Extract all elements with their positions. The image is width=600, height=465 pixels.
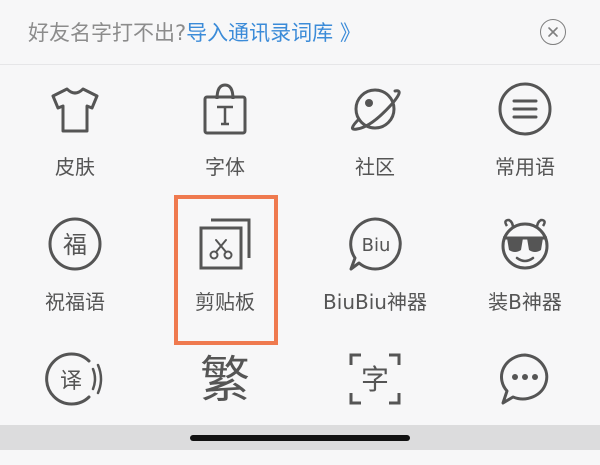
tool-label: 装B神器 [488, 290, 562, 314]
tool-font[interactable]: 字体 [150, 65, 300, 195]
home-indicator[interactable] [190, 435, 410, 441]
tool-label: 社区 [355, 155, 395, 179]
close-icon [547, 26, 558, 37]
tool-label: BiuBiu神器 [323, 290, 427, 314]
tool-label: 常用语 [495, 155, 555, 179]
tool-label: 字体 [205, 155, 245, 179]
tool-skin[interactable]: 皮肤 [0, 65, 150, 195]
svg-text:字: 字 [361, 363, 389, 396]
tool-clipboard[interactable]: 剪贴板 [150, 200, 300, 330]
chat-bubble-icon [500, 353, 549, 405]
planet-icon [351, 88, 401, 131]
tool-label: 祝福语 [45, 290, 105, 314]
tool-common-phrases[interactable]: 常用语 [450, 65, 600, 195]
tool-community[interactable]: 社区 [300, 65, 450, 195]
fu-blessing-icon: 福 [48, 217, 102, 271]
traditional-chinese-icon: 繁 [200, 351, 250, 409]
svg-text:繁: 繁 [200, 351, 250, 409]
translate-icon: 译 [45, 352, 103, 406]
banner-text: 好友名字打不出?导入通讯录词库 》 [28, 18, 361, 48]
svg-text:译: 译 [60, 369, 82, 394]
tool-biubiu[interactable]: Biu BiuBiu神器 [300, 200, 450, 330]
character-scan-icon: 字 [349, 353, 401, 405]
svg-text:Biu: Biu [362, 235, 391, 256]
font-bag-icon [203, 83, 247, 135]
clipboard-scissors-icon [199, 218, 251, 270]
tool-show-off[interactable]: 装B神器 [450, 200, 600, 330]
tool-blessings[interactable]: 福 祝福语 [0, 200, 150, 330]
tools-grid: 皮肤 字体 社区 常用语 福 祝福语 剪贴板 Biu BiuBiu神器 装B神器… [0, 65, 600, 425]
banner-prompt: 好友名字打不出? [28, 21, 187, 45]
tool-label: 剪贴板 [195, 290, 255, 314]
import-contacts-link[interactable]: 导入通讯录词库 》 [186, 21, 361, 45]
import-contacts-banner: 好友名字打不出?导入通讯录词库 》 [0, 0, 600, 64]
close-banner-button[interactable] [540, 19, 566, 45]
biu-bubble-icon: Biu [349, 217, 402, 271]
svg-text:福: 福 [63, 231, 87, 259]
list-circle-icon [498, 82, 552, 136]
tool-label: 皮肤 [55, 155, 95, 179]
tshirt-icon [51, 87, 99, 133]
sunglasses-face-icon [501, 218, 549, 270]
